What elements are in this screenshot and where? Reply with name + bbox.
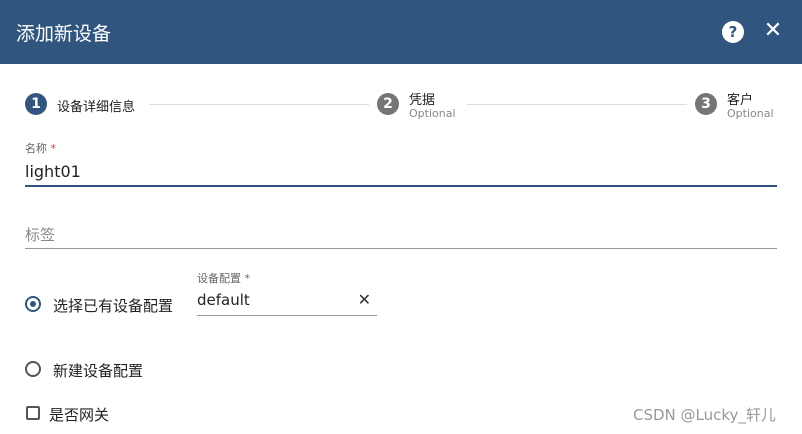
existing-profile-radio[interactable] — [25, 296, 41, 312]
dialog-header: 添加新设备 ? ✕ — [0, 0, 802, 64]
device-profile-value: default — [197, 291, 250, 309]
device-profile-label: 设备配置 * — [197, 270, 250, 286]
help-icon[interactable]: ? — [722, 21, 744, 43]
step-3-label[interactable]: 客户 — [727, 89, 753, 108]
tag-input[interactable] — [25, 222, 777, 249]
clear-icon[interactable]: ✕ — [358, 290, 371, 309]
device-profile-label-text: 设备配置 — [197, 272, 241, 285]
existing-profile-label[interactable]: 选择已有设备配置 — [53, 295, 173, 316]
step-1-number[interactable]: 1 — [25, 93, 47, 115]
step-2-number[interactable]: 2 — [377, 93, 399, 115]
required-mark: * — [50, 142, 57, 155]
radio-dot — [30, 301, 36, 307]
gateway-label[interactable]: 是否网关 — [49, 404, 109, 425]
name-label-text: 名称 — [25, 142, 47, 155]
new-profile-radio[interactable] — [25, 361, 41, 377]
step-connector-2 — [467, 104, 687, 105]
step-2-optional: Optional — [409, 107, 456, 120]
new-profile-label[interactable]: 新建设备配置 — [53, 360, 143, 381]
close-icon[interactable]: ✕ — [763, 19, 783, 43]
step-3-optional: Optional — [727, 107, 774, 120]
step-1-label[interactable]: 设备详细信息 — [57, 96, 135, 115]
name-field-label: 名称 * — [25, 140, 56, 156]
watermark: CSDN @Lucky_轩儿 — [633, 406, 776, 424]
dialog-title: 添加新设备 — [16, 23, 112, 45]
step-3-number[interactable]: 3 — [695, 93, 717, 115]
required-mark: * — [244, 272, 251, 285]
name-input[interactable] — [25, 157, 777, 187]
stepper: 1 设备详细信息 2 凭据 Optional 3 客户 Optional — [0, 86, 802, 126]
device-profile-select[interactable]: default ✕ — [197, 288, 377, 316]
gateway-checkbox[interactable] — [26, 406, 40, 420]
step-2-label[interactable]: 凭据 — [409, 89, 435, 108]
step-connector-1 — [149, 104, 369, 105]
